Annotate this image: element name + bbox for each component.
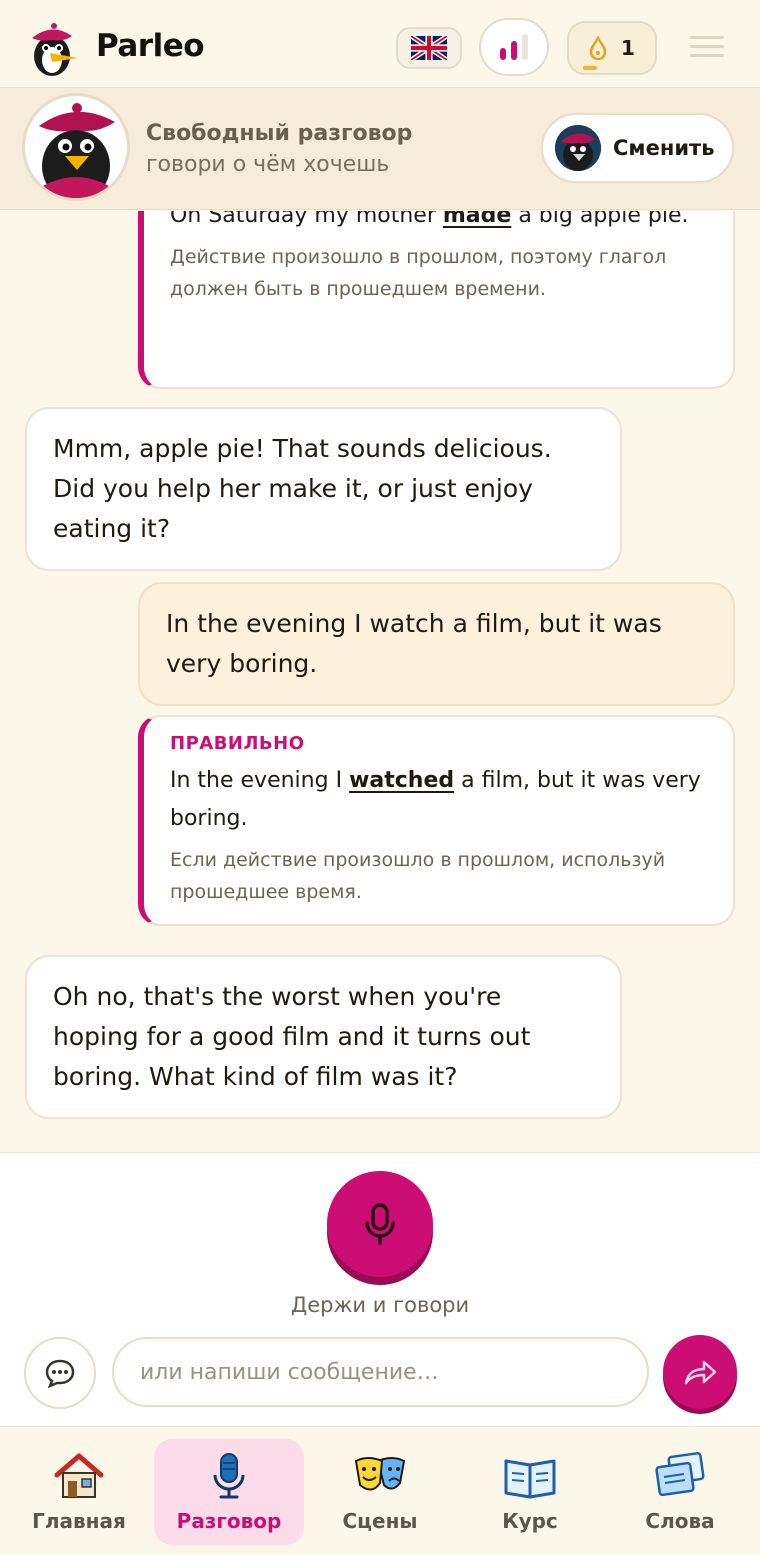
correction-card: On Saturday my mother made a big apple p… — [138, 211, 735, 389]
top-header: Parleo 1 — [0, 0, 760, 88]
nav-item-scenes[interactable]: Сцены — [305, 1439, 455, 1545]
correction-note: Если действие произошло в прошлом, испол… — [170, 849, 666, 903]
tutor-message: Mmm, apple pie! That sounds delicious. D… — [25, 407, 622, 571]
message-input[interactable] — [112, 1337, 649, 1407]
house-icon — [54, 1453, 104, 1498]
tutor-message: Oh no, that's the worst when you're hopi… — [25, 955, 622, 1119]
mode-title: Свободный разговор — [146, 121, 413, 146]
crow-tutor-icon — [39, 103, 115, 198]
open-book-icon — [504, 1459, 556, 1499]
nav-item-home[interactable]: Главная — [4, 1439, 154, 1545]
level-button[interactable] — [479, 18, 549, 76]
switch-tutor-button[interactable]: Сменить — [541, 113, 734, 183]
theater-masks-icon — [354, 1457, 406, 1491]
streak-progress-bar — [583, 66, 597, 70]
microphone-icon — [213, 1453, 245, 1499]
correction-note: Действие произошло в прошлом, поэтому гл… — [170, 246, 667, 300]
corrected-word: made — [442, 211, 512, 228]
switch-tutor-label: Сменить — [613, 136, 715, 160]
hold-to-talk-label: Держи и говори — [290, 1293, 470, 1317]
nav-item-words[interactable]: Слова — [605, 1439, 755, 1545]
nav-label: Разговор — [176, 1509, 282, 1533]
hold-to-talk-button[interactable] — [327, 1171, 433, 1277]
nav-label: Слова — [645, 1509, 715, 1533]
uk-flag-icon — [411, 36, 447, 60]
hamburger-menu-icon[interactable] — [690, 36, 724, 60]
language-button[interactable] — [396, 27, 462, 69]
tutor-avatar — [22, 93, 130, 201]
nav-item-course[interactable]: Курс — [455, 1439, 605, 1545]
streak-button[interactable]: 1 — [567, 21, 657, 75]
nav-label: Главная — [32, 1509, 126, 1533]
chat-transcript[interactable]: On Saturday my mother made a big apple p… — [0, 211, 760, 1151]
correction-text: In the evening I watched a film, but it … — [170, 768, 701, 831]
crow-avatar-icon — [555, 125, 601, 171]
nav-label: Сцены — [342, 1509, 418, 1533]
input-area: Держи и говори — [0, 1152, 760, 1426]
microphone-icon — [365, 1203, 395, 1245]
flame-icon — [589, 36, 607, 60]
streak-count: 1 — [621, 36, 635, 60]
level-bars-icon — [500, 34, 528, 60]
bottom-navigation: Главная Разговор Сцены Курс Слова — [0, 1426, 760, 1555]
mode-subtitle: говори о чём хочешь — [146, 152, 390, 177]
nav-label: Курс — [502, 1509, 558, 1533]
correction-label: ПРАВИЛЬНО — [170, 733, 305, 754]
user-message: In the evening I watch a film, but it wa… — [138, 582, 735, 706]
speech-bubble-icon — [45, 1359, 75, 1388]
corrected-word: watched — [349, 768, 455, 793]
brand-name: Parleo — [96, 28, 205, 64]
word-cards-icon — [655, 1452, 705, 1497]
text-mode-button[interactable] — [24, 1337, 96, 1409]
correction-text: On Saturday my mother made a big apple p… — [170, 211, 709, 235]
conversation-mode-bar: Свободный разговор говори о чём хочешь С… — [0, 88, 760, 210]
correction-card: ПРАВИЛЬНО In the evening I watched a fil… — [138, 715, 735, 926]
nav-item-conversation[interactable]: Разговор — [154, 1439, 304, 1545]
send-button[interactable] — [663, 1335, 737, 1409]
parleo-logo-icon — [24, 22, 80, 78]
send-arrow-icon — [684, 1360, 717, 1385]
